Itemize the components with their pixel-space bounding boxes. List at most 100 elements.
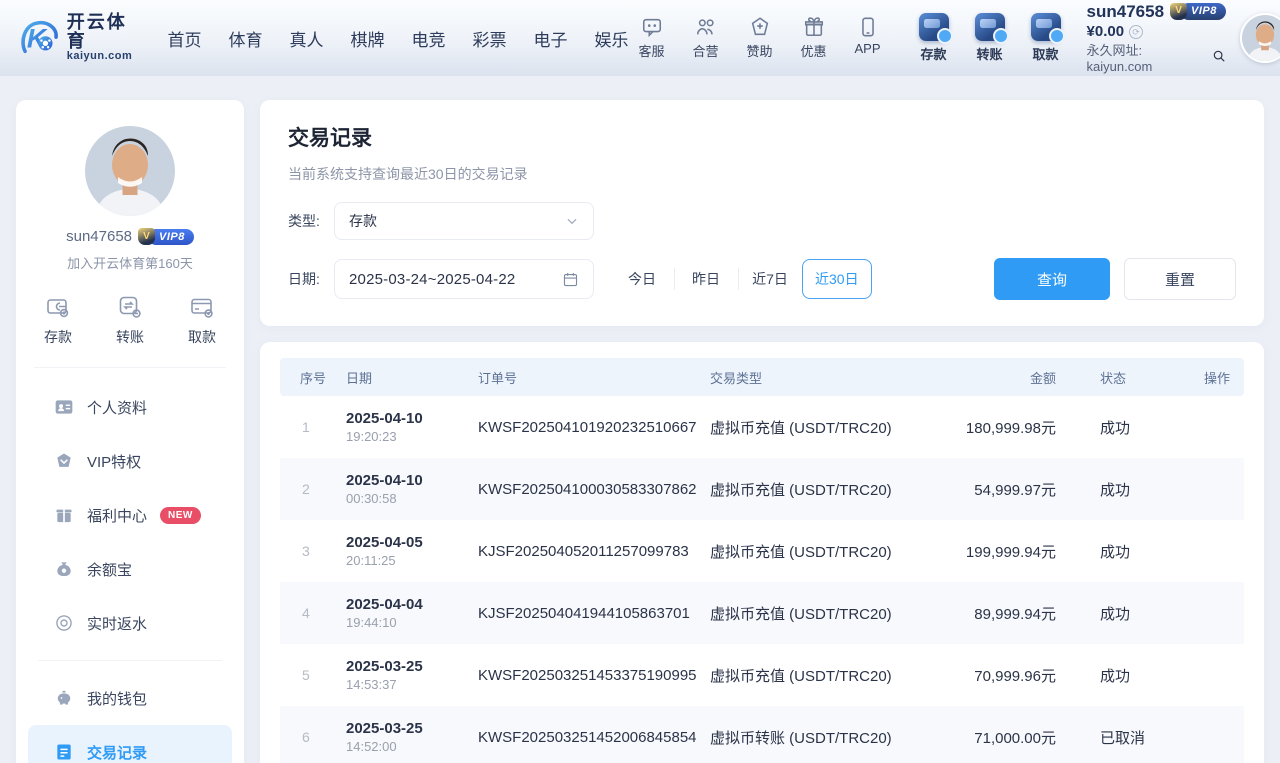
row-status: 成功 <box>1064 458 1174 520</box>
sidebar-item-wallet[interactable]: 我的钱包 <box>28 671 232 725</box>
row-type: 虚拟币转账 (USDT/TRC20) <box>702 706 944 763</box>
header-seq: 序号 <box>280 358 338 396</box>
profile-avatar[interactable] <box>85 126 175 216</box>
sidebar: sun47658 V VIP8 加入开云体育第160天 存款 转账 取款 <box>16 100 244 763</box>
withdraw-icon <box>1031 13 1061 41</box>
header-amount: 金额 <box>944 358 1064 396</box>
range-button[interactable]: 近7日 <box>738 259 802 299</box>
chevron-down-icon <box>565 214 579 228</box>
username: sun47658 <box>1087 1 1165 22</box>
nav-item[interactable]: 娱乐 <box>595 26 629 51</box>
withdraw-button[interactable]: 取款 <box>1023 13 1069 63</box>
row-date: 2025-04-05 20:11:25 <box>338 520 470 582</box>
table-header-row: 序号 日期 订单号 交易类型 金额 状态 操作 <box>280 358 1244 396</box>
sidebar-transfer-label: 转账 <box>116 327 144 347</box>
sidebar-item-vip[interactable]: VIP特权 <box>28 434 232 488</box>
card-icon <box>189 294 215 320</box>
nav-item[interactable]: 首页 <box>168 26 202 51</box>
piggy-icon <box>54 688 74 708</box>
transfer-label: 转账 <box>977 44 1003 63</box>
kaiyun-logo[interactable]: K 开云体育 kaiyun.com <box>18 13 138 62</box>
nav-item[interactable]: 真人 <box>290 26 324 51</box>
row-status: 成功 <box>1064 520 1174 582</box>
topbar: K 开云体育 kaiyun.com 首页 体育 真人 棋牌 电竞 彩票 电子 娱乐 客服 合营 <box>0 0 1280 76</box>
page-title: 交易记录 <box>288 122 1236 152</box>
table-row[interactable]: 1 2025-04-10 19:20:23 KWSF20250410192023… <box>280 396 1244 458</box>
row-time-value: 19:20:23 <box>346 429 462 444</box>
app-label: APP <box>855 41 881 56</box>
row-time-value: 19:44:10 <box>346 615 462 630</box>
user-avatar[interactable] <box>1240 13 1280 63</box>
row-date-value: 2025-04-10 <box>346 410 462 427</box>
row-date-value: 2025-03-25 <box>346 720 462 737</box>
vip-badge[interactable]: V VIP8 <box>1170 3 1226 21</box>
sidebar-item-label: 我的钱包 <box>87 688 147 709</box>
sidebar-item-rebate[interactable]: 实时返水 <box>28 596 232 650</box>
row-time-value: 20:11:25 <box>346 553 462 568</box>
sidebar-item-label: VIP特权 <box>87 451 141 472</box>
nav-item[interactable]: 棋牌 <box>351 26 385 51</box>
menu-divider <box>38 660 222 661</box>
sidebar-item-welfare[interactable]: 福利中心 NEW <box>28 488 232 542</box>
app-link[interactable]: APP <box>845 16 891 60</box>
row-date: 2025-04-04 19:44:10 <box>338 582 470 644</box>
type-filter-row: 类型: 存款 <box>288 202 1236 240</box>
sidebar-item-label: 福利中心 <box>87 505 147 526</box>
row-time-value: 14:53:37 <box>346 677 462 692</box>
quick-range-group: 今日昨日近7日近30日 <box>610 259 872 299</box>
gem-icon <box>54 451 74 471</box>
logo-domain: kaiyun.com <box>67 51 138 63</box>
range-button[interactable]: 今日 <box>610 259 674 299</box>
range-button[interactable]: 昨日 <box>674 259 738 299</box>
sidebar-deposit-button[interactable]: 存款 <box>44 294 72 347</box>
sidebar-deposit-label: 存款 <box>44 327 72 347</box>
avatar-image <box>1242 15 1280 61</box>
nav-item[interactable]: 体育 <box>229 26 263 51</box>
sidebar-item-label: 余额宝 <box>87 559 132 580</box>
nav-item[interactable]: 彩票 <box>473 26 507 51</box>
partners-link[interactable]: 合营 <box>683 16 729 60</box>
nav-item[interactable]: 电竞 <box>412 26 446 51</box>
row-status: 成功 <box>1064 582 1174 644</box>
transactions-table: 序号 日期 订单号 交易类型 金额 状态 操作 1 2025-04- <box>280 358 1244 763</box>
new-badge: NEW <box>160 507 201 524</box>
table-row[interactable]: 6 2025-03-25 14:52:00 KWSF20250325145200… <box>280 706 1244 763</box>
sponsor-link[interactable]: 赞助 <box>737 16 783 60</box>
row-date-value: 2025-04-04 <box>346 596 462 613</box>
sidebar-item-transactions[interactable]: 交易记录 <box>28 725 232 763</box>
table-row[interactable]: 3 2025-04-05 20:11:25 KJSF20250405201125… <box>280 520 1244 582</box>
sidebar-item-profile[interactable]: 个人资料 <box>28 380 232 434</box>
row-seq: 3 <box>280 520 338 582</box>
type-select[interactable]: 存款 <box>334 202 594 240</box>
filter-actions: 查询 重置 <box>994 258 1236 300</box>
search-icon[interactable] <box>1212 49 1226 69</box>
promo-link[interactable]: 优惠 <box>791 16 837 60</box>
range-button[interactable]: 近30日 <box>802 259 872 299</box>
search-button[interactable]: 查询 <box>994 258 1110 300</box>
sidebar-transfer-button[interactable]: 转账 <box>116 294 144 347</box>
row-action <box>1174 458 1244 520</box>
reset-button[interactable]: 重置 <box>1124 258 1236 300</box>
promo-label: 优惠 <box>801 41 827 60</box>
table-row[interactable]: 5 2025-03-25 14:53:37 KWSF20250325145337… <box>280 644 1244 706</box>
balance: ¥0.00 <box>1087 23 1125 42</box>
sidebar-item-yuebao[interactable]: 余额宝 <box>28 542 232 596</box>
nav-item[interactable]: 电子 <box>534 26 568 51</box>
support-link[interactable]: 客服 <box>629 16 675 60</box>
sidebar-withdraw-button[interactable]: 取款 <box>188 294 216 347</box>
header-type: 交易类型 <box>702 358 944 396</box>
transfer-button[interactable]: 转账 <box>967 13 1013 63</box>
withdraw-label: 取款 <box>1033 44 1059 63</box>
date-range-input[interactable]: 2025-03-24~2025-04-22 <box>334 259 594 299</box>
refresh-balance-icon[interactable]: ⟳ <box>1129 25 1143 39</box>
transactions-panel: 序号 日期 订单号 交易类型 金额 状态 操作 1 2025-04- <box>260 342 1264 763</box>
deposit-button[interactable]: 存款 <box>911 13 957 63</box>
profile-vip-badge[interactable]: V VIP8 <box>138 228 194 245</box>
row-type: 虚拟币充值 (USDT/TRC20) <box>702 644 944 706</box>
table-row[interactable]: 4 2025-04-04 19:44:10 KJSF20250404194410… <box>280 582 1244 644</box>
table-row[interactable]: 2 2025-04-10 00:30:58 KWSF20250410003058… <box>280 458 1244 520</box>
header-status: 状态 <box>1064 358 1174 396</box>
row-order: KWSF202503251453375190995 <box>470 644 702 706</box>
row-status: 成功 <box>1064 644 1174 706</box>
row-type: 虚拟币充值 (USDT/TRC20) <box>702 396 944 458</box>
